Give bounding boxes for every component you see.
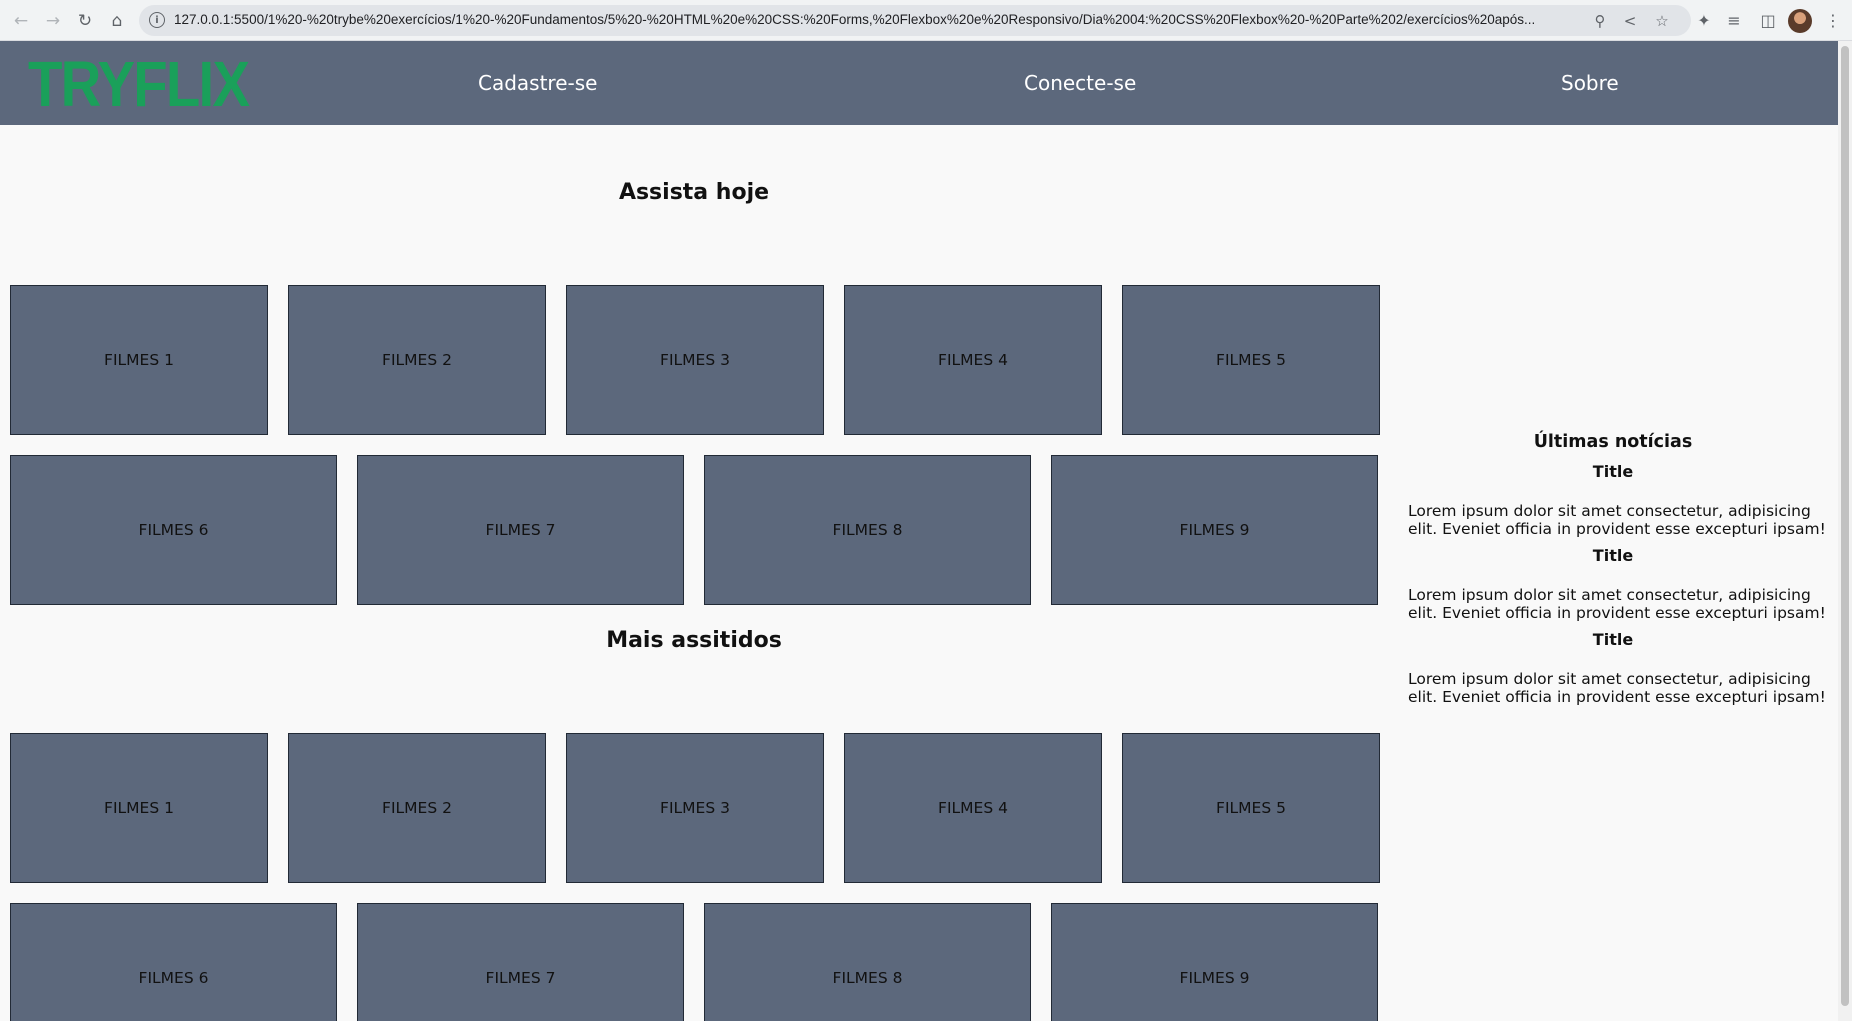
tryflix-logo[interactable]: TRYFLIX <box>28 49 250 119</box>
movie-card[interactable]: FILMES 2 <box>288 285 546 435</box>
profile-avatar[interactable] <box>1788 9 1812 33</box>
section-title-mais-assitidos: Mais assitidos <box>606 628 782 653</box>
side-panel-icon[interactable]: ◫ <box>1756 8 1780 32</box>
news-item-text: Lorem ipsum dolor sit amet consectetur, … <box>1408 586 1826 622</box>
news-item-title: Title <box>1592 462 1634 481</box>
movie-card[interactable]: FILMES 2 <box>288 733 546 883</box>
nav-link-conecte-se[interactable]: Conecte-se <box>1024 71 1136 95</box>
nav-link-sobre[interactable]: Sobre <box>1561 71 1619 95</box>
movie-card[interactable]: FILMES 7 <box>357 903 684 1021</box>
menu-kebab-icon[interactable]: ⋮ <box>1821 8 1845 32</box>
address-bar[interactable]: i 127.0.0.1:5500/1%20-%20trybe%20exercíc… <box>139 5 1691 36</box>
movie-card[interactable]: FILMES 8 <box>704 455 1031 605</box>
share-icon[interactable]: < <box>1619 10 1641 32</box>
movie-card[interactable]: FILMES 5 <box>1122 733 1380 883</box>
news-item-text: Lorem ipsum dolor sit amet consectetur, … <box>1408 502 1826 538</box>
movie-row: FILMES 1 FILMES 2 FILMES 3 FILMES 4 FILM… <box>10 733 1380 883</box>
movie-card[interactable]: FILMES 7 <box>357 455 684 605</box>
scrollbar-thumb[interactable] <box>1841 46 1849 1006</box>
address-bar-url[interactable]: 127.0.0.1:5500/1%20-%20trybe%20exercício… <box>174 12 1604 27</box>
movie-card[interactable]: FILMES 9 <box>1051 455 1378 605</box>
news-item-text: Lorem ipsum dolor sit amet consectetur, … <box>1408 670 1826 706</box>
reload-icon[interactable]: ↻ <box>72 8 98 34</box>
forward-arrow-icon[interactable]: → <box>40 8 66 34</box>
bookmark-star-icon[interactable]: ☆ <box>1651 10 1673 32</box>
movie-card[interactable]: FILMES 1 <box>10 733 268 883</box>
back-arrow-icon[interactable]: ← <box>8 8 34 34</box>
site-header: TRYFLIX Cadastre-se Conecte-se Sobre <box>0 41 1838 125</box>
home-icon[interactable]: ⌂ <box>104 8 130 34</box>
movie-card[interactable]: FILMES 8 <box>704 903 1031 1021</box>
extensions-puzzle-icon[interactable]: ✦ <box>1692 8 1716 32</box>
zoom-icon[interactable]: ⚲ <box>1589 10 1611 32</box>
nav-link-cadastre-se[interactable]: Cadastre-se <box>478 71 597 95</box>
movie-row: FILMES 6 FILMES 7 FILMES 8 FILMES 9 <box>10 455 1378 605</box>
section-title-assista-hoje: Assista hoje <box>618 180 770 205</box>
movie-card[interactable]: FILMES 4 <box>844 733 1102 883</box>
page-viewport: TRYFLIX Cadastre-se Conecte-se Sobre Ass… <box>0 41 1838 1021</box>
movie-row: FILMES 6 FILMES 7 FILMES 8 FILMES 9 <box>10 903 1378 1021</box>
reading-list-icon[interactable]: ≡ <box>1722 8 1746 32</box>
movie-card[interactable]: FILMES 5 <box>1122 285 1380 435</box>
movie-card[interactable]: FILMES 3 <box>566 285 824 435</box>
vertical-scrollbar[interactable] <box>1838 41 1852 1021</box>
movie-card[interactable]: FILMES 3 <box>566 733 824 883</box>
site-info-icon[interactable]: i <box>149 12 165 28</box>
news-heading: Últimas notícias <box>1533 432 1693 452</box>
movie-row: FILMES 1 FILMES 2 FILMES 3 FILMES 4 FILM… <box>10 285 1380 435</box>
news-item-title: Title <box>1592 630 1634 649</box>
movie-card[interactable]: FILMES 4 <box>844 285 1102 435</box>
movie-card[interactable]: FILMES 6 <box>10 903 337 1021</box>
movie-card[interactable]: FILMES 6 <box>10 455 337 605</box>
news-item-title: Title <box>1592 546 1634 565</box>
movie-card[interactable]: FILMES 9 <box>1051 903 1378 1021</box>
movie-card[interactable]: FILMES 1 <box>10 285 268 435</box>
browser-toolbar: ← → ↻ ⌂ i 127.0.0.1:5500/1%20-%20trybe%2… <box>0 0 1852 41</box>
